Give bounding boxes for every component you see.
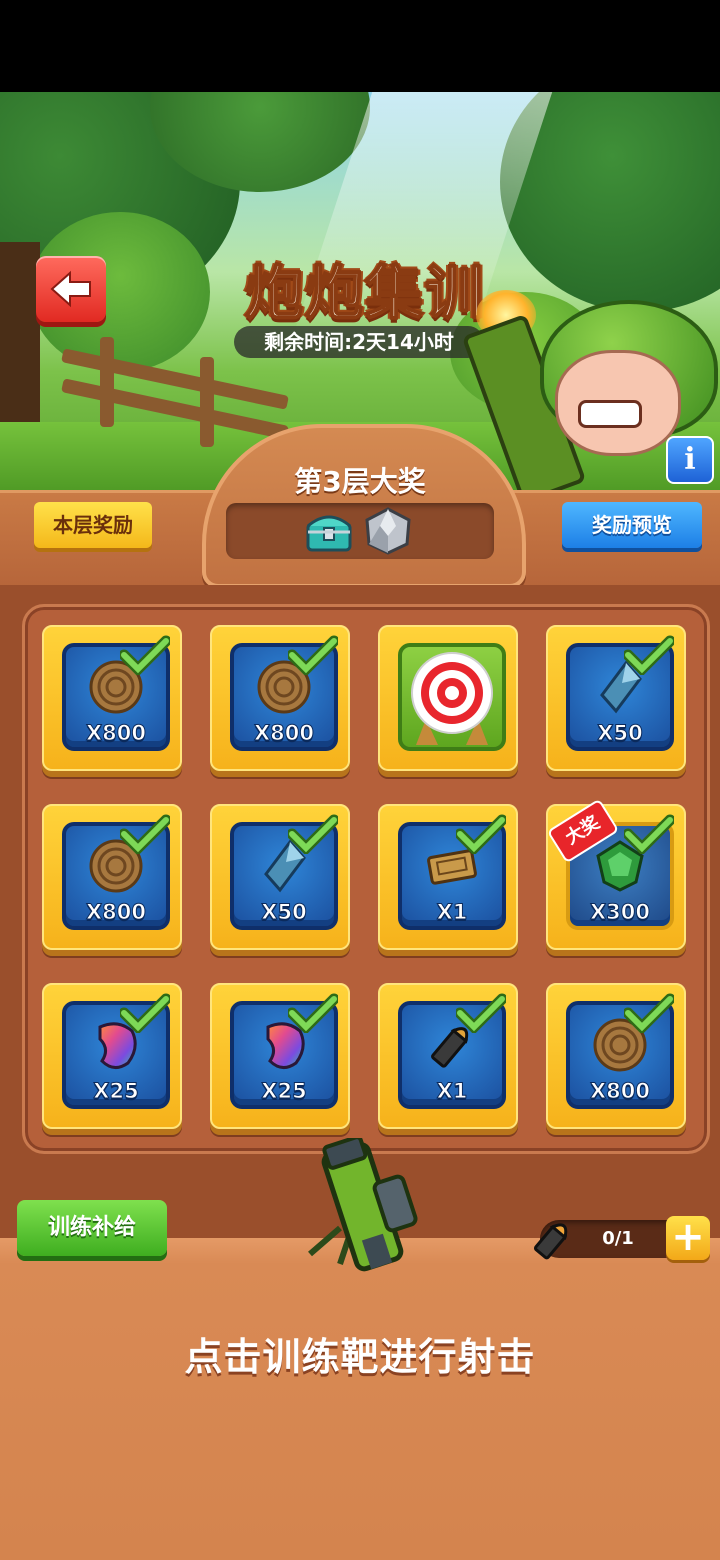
floor-rewards-button[interactable]: 本层奖励 (34, 502, 152, 548)
checkmark-icon (624, 635, 674, 675)
checkmark-icon (288, 635, 338, 675)
training-target-tile[interactable] (378, 625, 518, 771)
reward-tile-6[interactable]: X50 (210, 804, 350, 950)
back-button[interactable] (36, 256, 106, 322)
checkmark-icon (624, 993, 674, 1033)
checkmark-icon (456, 814, 506, 854)
quantity-label: X50 (261, 900, 307, 925)
arrow-left-icon (50, 270, 91, 308)
quantity-label: X50 (597, 721, 643, 746)
floor-title: 第3层大奖 (294, 465, 426, 498)
add-ammo-button[interactable]: + (666, 1216, 710, 1260)
instruction-text: 点击训练靶进行射击 (184, 1335, 536, 1379)
quantity-label: X800 (85, 721, 147, 746)
chest-icon (306, 515, 352, 552)
quantity-label: X1 (436, 900, 468, 925)
checkmark-icon (288, 814, 338, 854)
reward-tile-1[interactable]: X800 (42, 625, 182, 771)
reward-tile-12[interactable]: X800 (546, 983, 686, 1129)
remaining-time: 剩余时间:2天14小时 (234, 326, 484, 358)
cannon-icon (308, 1138, 418, 1272)
checkmark-icon (120, 993, 170, 1033)
bullet-icon (533, 1223, 568, 1260)
quantity-label: X800 (85, 900, 147, 925)
reward-tile-2[interactable]: X800 (210, 625, 350, 771)
page-title: 炮炮集训 (244, 258, 485, 328)
reward-preview-button[interactable]: 奖励预览 (562, 502, 702, 548)
quantity-label: X300 (589, 900, 651, 925)
checkmark-icon (624, 814, 674, 854)
reward-tile-4[interactable]: X50 (546, 625, 686, 771)
reward-tile-11[interactable]: X1 (378, 983, 518, 1129)
quantity-label: X1 (436, 1079, 468, 1104)
reward-tile-7[interactable]: X1 (378, 804, 518, 950)
quantity-label: X800 (589, 1079, 651, 1104)
bottom-area (0, 1238, 720, 1560)
checkmark-icon (456, 993, 506, 1033)
training-supply-button[interactable]: 训练补给 (17, 1200, 167, 1256)
ammo-count: 0/1 (602, 1228, 634, 1249)
stone-icon (365, 507, 411, 555)
status-bar (0, 0, 720, 92)
floor-reward-slot (226, 503, 494, 559)
reward-tile-8[interactable]: 大奖 X300 (546, 798, 686, 950)
target-icon (411, 652, 493, 745)
quantity-label: X800 (253, 721, 315, 746)
quantity-label: X25 (261, 1079, 307, 1104)
quantity-label: X25 (93, 1079, 139, 1104)
checkmark-icon (288, 993, 338, 1033)
info-button[interactable]: i (666, 436, 714, 484)
checkmark-icon (120, 635, 170, 675)
reward-tile-5[interactable]: X800 (42, 804, 182, 950)
reward-tile-9[interactable]: X25 (42, 983, 182, 1129)
checkmark-icon (120, 814, 170, 854)
reward-tile-10[interactable]: X25 (210, 983, 350, 1129)
